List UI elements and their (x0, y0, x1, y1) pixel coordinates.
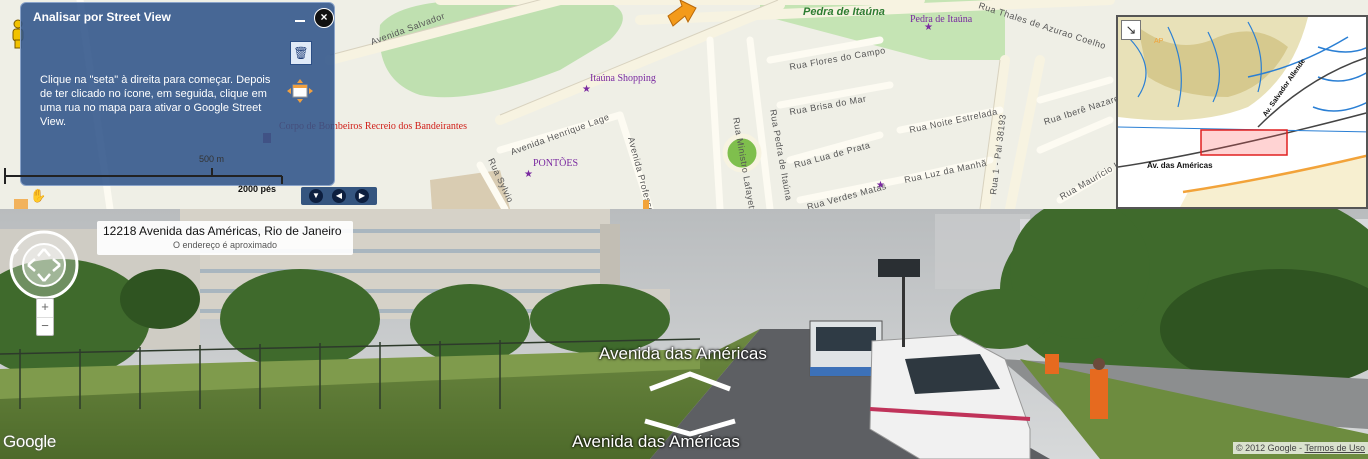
minimize-icon[interactable] (295, 12, 305, 22)
expand-down-icon[interactable]: ▼ (309, 189, 323, 203)
panel-instructions: Clique na "seta" à direita para começar.… (40, 74, 271, 128)
zoom-out-button[interactable]: − (37, 317, 53, 335)
address-note: O endereço é aproximado (172, 240, 278, 250)
street-map[interactable]: Avenida Salvador Rua Flores do Campo Rua… (0, 0, 1368, 209)
close-icon[interactable]: × (314, 8, 334, 28)
scale-bar (4, 168, 283, 184)
street-view-image[interactable]: Avenida das Américas Avenida das América… (0, 209, 1368, 459)
svg-text:★: ★ (876, 180, 885, 191)
svg-text:★: ★ (924, 22, 933, 33)
zoom-in-button[interactable]: + (37, 299, 53, 316)
panel-nav-controls: ▼ ◀ ▶ (301, 187, 377, 205)
compass-icon[interactable] (8, 229, 80, 301)
overview-label-av-americas: Av. das Américas (1147, 161, 1213, 170)
zoom-control: + − (36, 298, 54, 336)
move-icon[interactable] (287, 79, 313, 103)
scale-feet: 2000 pés (238, 184, 277, 194)
copyright-notice: © 2012 Google - Termos de Uso (1232, 442, 1368, 454)
road-label-bottom[interactable]: Avenida das Américas (572, 432, 740, 452)
poi-itauna-shopping: Itaúna Shopping (590, 73, 656, 84)
poi-pontoes: PONTÕES (533, 157, 578, 169)
overview-map-canvas: Av. das Américas Av. Salvador Allende AP (1118, 17, 1366, 207)
hand-icon[interactable]: ✋ (30, 188, 46, 204)
street-view-panel: Analisar por Street View × 🗑 Clique na "… (20, 2, 335, 186)
svg-text:★: ★ (524, 169, 533, 180)
scale-meters: 500 m (199, 154, 225, 164)
overview-map[interactable]: ↘ Av. das Américas Av. Salvador Allende … (1116, 15, 1368, 209)
svg-text:★: ★ (582, 84, 591, 95)
poi-pedra-itauna-park: Pedra de Itaúna (803, 6, 885, 18)
prev-icon[interactable]: ◀ (332, 189, 346, 203)
terms-link[interactable]: Termos de Uso (1304, 443, 1365, 453)
road-label-top[interactable]: Avenida das Américas (599, 344, 767, 364)
address-box: 12218 Avenida das Américas, Rio de Janei… (97, 221, 353, 255)
copyright-text: © 2012 Google - (1235, 443, 1303, 453)
google-logo: Google (3, 432, 57, 451)
overview-label-ap: AP (1154, 38, 1164, 45)
panel-title: Analisar por Street View (33, 10, 171, 24)
address-text: 12218 Avenida das Américas, Rio de Janei… (103, 224, 342, 238)
poi-pedra-itauna: Pedra de Itaúna (910, 14, 973, 25)
next-icon[interactable]: ▶ (355, 189, 369, 203)
overview-toggle-icon[interactable]: ↘ (1121, 20, 1141, 40)
trash-icon[interactable]: 🗑 (290, 41, 312, 65)
